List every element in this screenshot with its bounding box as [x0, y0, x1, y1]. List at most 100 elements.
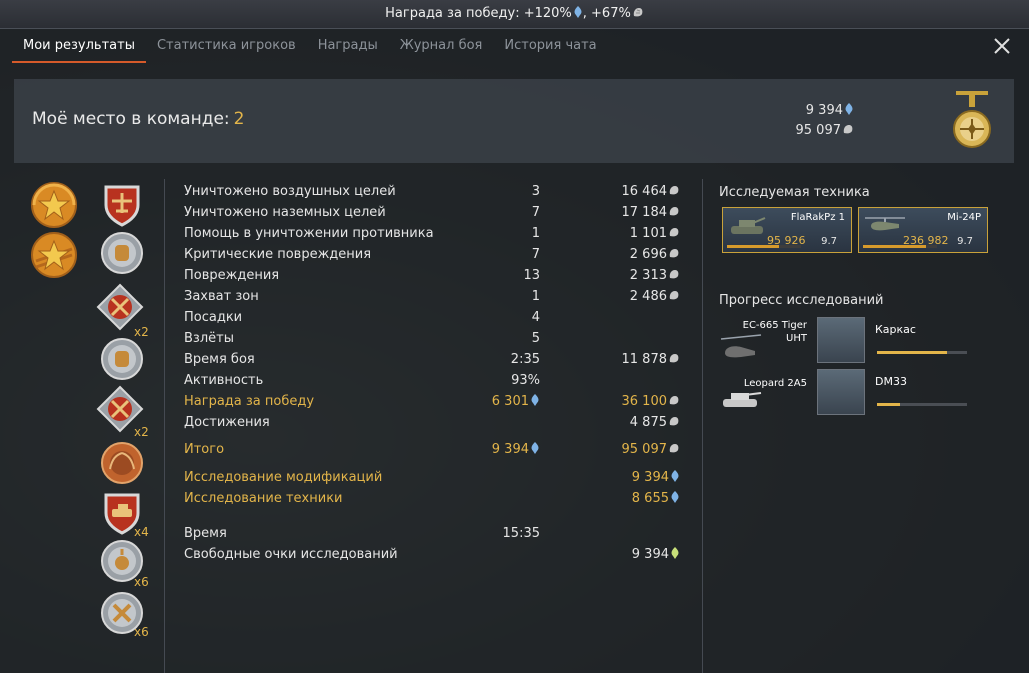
tab-awards[interactable]: Награды: [307, 29, 389, 63]
stat-count: 7: [531, 247, 540, 262]
stat-reward: 16 464: [622, 181, 681, 202]
research-points-icon: [531, 394, 539, 406]
module-icon: [817, 369, 865, 415]
time-label: Время: [184, 526, 227, 541]
tank-icon: [731, 217, 766, 234]
free-rp-label: Свободные очки исследований: [184, 547, 398, 562]
research-progress-title: Прогресс исследований: [719, 293, 884, 308]
stat-label: Уничтожено наземных целей: [184, 205, 386, 220]
vehicle-progress-fill: [727, 245, 779, 248]
fist-badge-icon[interactable]: [100, 231, 144, 275]
summary-totals: 9 394 95 097: [796, 101, 855, 141]
stat-count: 2:35: [510, 352, 540, 367]
stat-count: 5: [531, 331, 540, 346]
award-multiplier: x2: [134, 425, 149, 439]
close-icon[interactable]: [991, 35, 1013, 57]
medal-icon[interactable]: [952, 91, 992, 153]
stat-reward: 2 486: [630, 286, 680, 307]
stat-label: Захват зон: [184, 289, 259, 304]
vehicle-name: Mi-24P: [947, 212, 981, 223]
silver-lions-icon: [669, 249, 679, 258]
stat-count: 1: [531, 226, 540, 241]
vehicle-br: 9.7: [957, 236, 973, 247]
shield-plane-icon[interactable]: [102, 183, 142, 227]
module-progress-bar: [877, 403, 967, 406]
stat-row: Активность 93%: [184, 370, 694, 391]
stat-count: 93%: [511, 373, 540, 388]
total-row: Итого 9 394 95 097: [184, 439, 694, 460]
award-multiplier: x6: [134, 625, 149, 639]
team-place: Моё место в команде: 2: [32, 109, 245, 129]
stat-label: Посадки: [184, 310, 243, 325]
research-progress-item[interactable]: EC-665 Tiger UHT Каркас: [719, 317, 1009, 365]
stat-reward: 11 878: [622, 349, 681, 370]
divider-left: [164, 179, 165, 673]
tab-my-results[interactable]: Мои результаты: [12, 29, 146, 63]
win-reward-banner: Награда за победу: +120% , +67%: [0, 0, 1029, 28]
stat-row: Награда за победу 6 301 36 100: [184, 391, 694, 412]
battle-stats: Уничтожено воздушных целей 3 16 464 Уничтож…: [184, 181, 694, 565]
free-rp-value: 9 394: [632, 544, 680, 565]
battle-results-window: Мои результаты Статистика игроков Наград…: [0, 28, 1029, 673]
module-name: DM33: [875, 375, 907, 388]
stat-row: Достижения 4 875: [184, 412, 694, 433]
research-mods-label: Исследование модификаций: [184, 470, 383, 485]
research-vehicles-value: 8 655: [632, 488, 680, 509]
research-points-icon: [671, 470, 679, 482]
stat-label: Награда за победу: [184, 394, 315, 409]
silver-lions-icon: [669, 354, 679, 363]
silver-lions-icon: [669, 228, 679, 237]
laurel-medal-icon[interactable]: [100, 441, 144, 485]
time-row: Время 15:35: [184, 523, 694, 544]
stat-row: Уничтожено воздушных целей 3 16 464: [184, 181, 694, 202]
award-multiplier: x6: [134, 575, 149, 589]
stat-count: 7: [531, 205, 540, 220]
stat-row: Помощь в уничтожении противника 1 1 101: [184, 223, 694, 244]
summary-panel: Моё место в команде: 2 9 394 95 097: [14, 79, 1014, 163]
star-medal-icon[interactable]: [30, 231, 78, 279]
tab-chat-history[interactable]: История чата: [493, 29, 607, 63]
silver-lions-icon: [669, 396, 679, 405]
divider-right: [702, 179, 703, 673]
stat-reward: 17 184: [622, 202, 681, 223]
research-points-icon: [845, 103, 853, 115]
research-points-icon: [671, 491, 679, 503]
banner-suffix: , +67%: [582, 6, 631, 21]
summary-sl-total: 95 097: [795, 123, 842, 138]
team-place-value: 2: [233, 109, 245, 129]
stat-row: Взлёты 5: [184, 328, 694, 349]
silver-lions-icon: [843, 125, 853, 134]
research-vehicles-label: Исследование техники: [184, 491, 343, 506]
stat-label: Помощь в уничтожении противника: [184, 226, 434, 241]
summary-rp-total: 9 394: [805, 103, 843, 118]
stat-reward: 1 101: [630, 223, 680, 244]
vehicle-progress-fill: [863, 245, 926, 248]
silver-lions-icon: [669, 444, 679, 453]
tab-player-stats[interactable]: Статистика игроков: [146, 29, 307, 63]
research-column: Исследуемая техника FlaRakPz 1 95 926 9.…: [719, 179, 1009, 415]
research-progress-item[interactable]: Leopard 2A5 DM33: [719, 369, 1009, 417]
results-tabs: Мои результаты Статистика игроков Наград…: [12, 29, 608, 63]
free-research-points-icon: [671, 547, 679, 559]
stat-row: Уничтожено наземных целей 7 17 184: [184, 202, 694, 223]
fist-badge-icon[interactable]: [100, 337, 144, 381]
module-name: Каркас: [875, 323, 916, 336]
silver-lions-icon: [669, 270, 679, 279]
silver-lions-icon: [669, 207, 679, 216]
tab-battle-log[interactable]: Журнал боя: [389, 29, 494, 63]
silver-lions-icon: [669, 186, 679, 195]
vehicle-card-mi24p[interactable]: Mi-24P 236 982 9.7: [858, 207, 988, 253]
stat-count: 3: [531, 184, 540, 199]
silver-lions-icon: [669, 417, 679, 426]
stat-label: Повреждения: [184, 268, 280, 283]
stat-row: Посадки 4: [184, 307, 694, 328]
research-points-icon: [574, 6, 582, 18]
total-label: Итого: [184, 442, 225, 457]
stat-label: Уничтожено воздушных целей: [184, 184, 396, 199]
stat-label: Активность: [184, 373, 264, 388]
crossed-swords-badge-icon[interactable]: [96, 283, 144, 331]
star-medal-icon[interactable]: [30, 181, 78, 229]
vehicle-card-flarakpz[interactable]: FlaRakPz 1 95 926 9.7: [722, 207, 852, 253]
researched-vehicles-title: Исследуемая техника: [719, 185, 870, 200]
awards-column: x2 x2 x4 x6 x6: [26, 179, 156, 673]
